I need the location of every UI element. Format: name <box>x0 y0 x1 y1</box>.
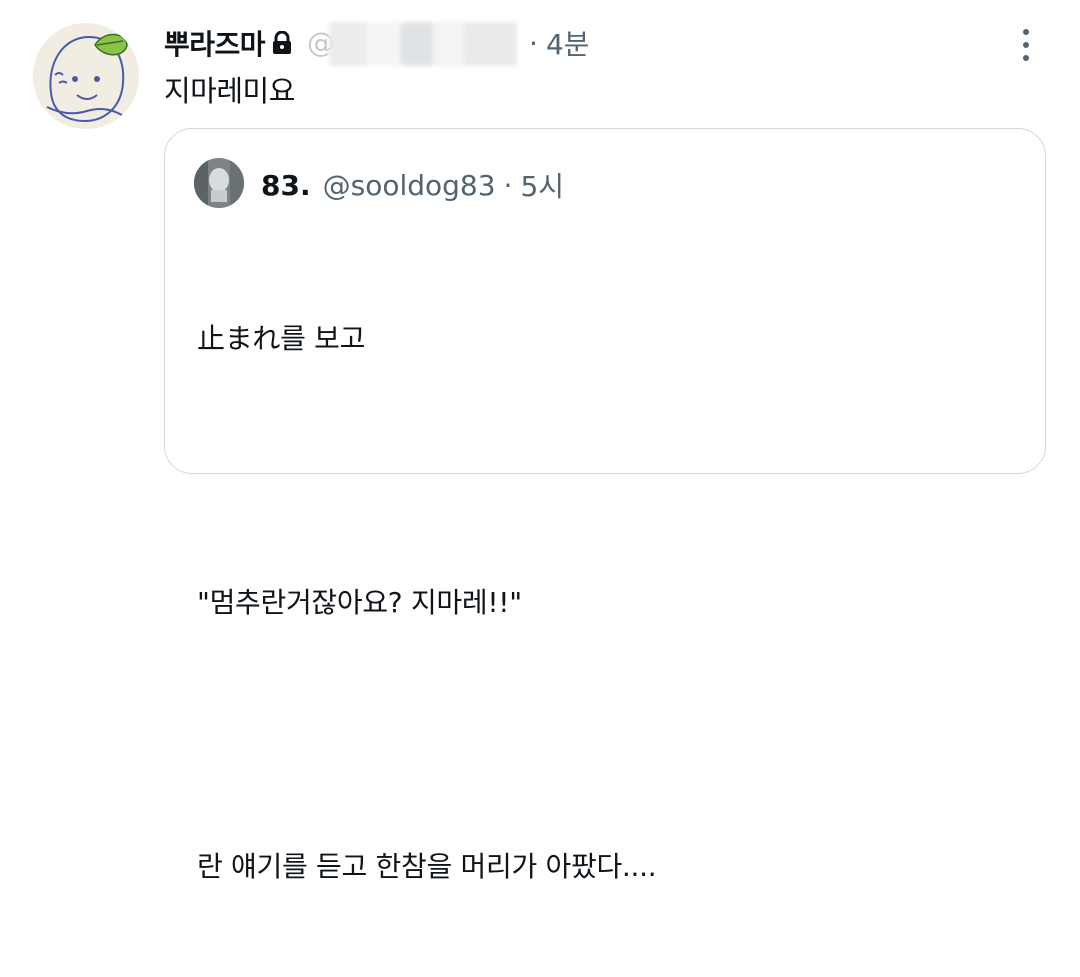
quote-tweet-card[interactable]: 83. @sooldog83 · 5시 止まれ를 보고 "멈추란거잖아요? 지마… <box>164 128 1046 883</box>
quote-time[interactable]: 5시 <box>520 165 564 205</box>
vertical-ellipsis-icon[interactable] <box>1014 27 1038 63</box>
avatar-drawing <box>33 23 139 129</box>
quote-avatar[interactable] <box>194 158 244 208</box>
quote-body: 止まれ를 보고 "멈추란거잖아요? 지마레!!" 란 얘기를 듣고 한참을 머리… <box>197 229 657 977</box>
redaction-blur <box>329 22 518 66</box>
separator-dot: · <box>529 26 538 60</box>
quote-display-name[interactable]: 83. <box>261 169 311 202</box>
quote-line <box>197 713 656 757</box>
tweet-text: 지마레미요 <box>164 74 295 108</box>
quote-line: 란 얘기를 듣고 한참을 머리가 아팠다.... <box>197 850 657 883</box>
lock-icon <box>273 31 292 54</box>
quote-line: 止まれ를 보고 <box>197 322 366 355</box>
quote-header: 83. @sooldog83 · 5시 <box>261 165 564 205</box>
avatar[interactable] <box>33 23 139 129</box>
quote-avatar-photo <box>194 158 244 208</box>
handle-redacted[interactable]: @ <box>307 22 518 66</box>
separator-dot: · <box>503 168 513 202</box>
quote-line <box>197 449 656 493</box>
tweet-header: 뿌라즈마 @ · 4분 <box>164 22 590 66</box>
quote-line: "멈추란거잖아요? 지마레!!" <box>197 586 522 619</box>
quote-handle[interactable]: @sooldog83 <box>323 169 496 202</box>
display-name[interactable]: 뿌라즈마 <box>164 23 266 63</box>
tweet-time[interactable]: 4분 <box>546 23 590 63</box>
